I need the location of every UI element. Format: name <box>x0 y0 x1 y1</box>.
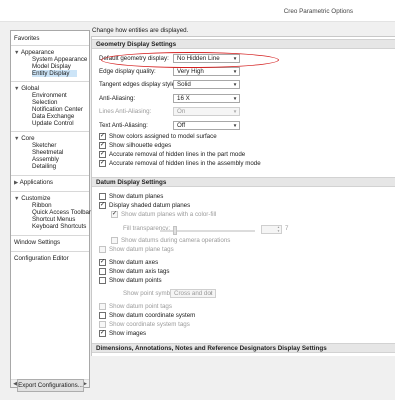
show-datum-planes-label: Show datum planes <box>109 193 164 200</box>
window-title: Creo Parametric Options <box>283 8 353 15</box>
options-nav-tree: Favorites ▼ Appearance System Appearance… <box>10 30 91 388</box>
datum-plane-tags-checkbox[interactable] <box>99 246 106 253</box>
slider-handle[interactable] <box>173 226 177 235</box>
select-value: Very High <box>177 68 204 75</box>
nav-item-applications[interactable]: ▶ Applications <box>14 179 53 187</box>
edge-quality-label: Edge display quality: <box>99 68 156 75</box>
nav-item-assembly[interactable]: Assembly <box>32 156 59 163</box>
edge-quality-select[interactable]: Very High ▼ <box>173 67 240 76</box>
expanded-arrow-icon[interactable]: ▼ <box>14 196 19 202</box>
hidden-lines-assembly-checkbox[interactable]: ✓ <box>99 160 106 167</box>
geometry-display-header: Geometry Display Settings <box>92 39 395 49</box>
hidden-lines-part-checkbox[interactable]: ✓ <box>99 151 106 158</box>
select-value: Off <box>177 122 186 129</box>
select-value: Solid <box>177 81 191 88</box>
nav-item-configuration-editor[interactable]: Configuration Editor <box>14 255 69 262</box>
anti-aliasing-label: Anti-Aliasing: <box>99 95 136 102</box>
nav-item-data-exchange[interactable]: Data Exchange <box>32 113 74 120</box>
chevron-down-icon: ▼ <box>232 69 238 74</box>
expanded-arrow-icon[interactable]: ▼ <box>14 50 19 56</box>
nav-item-shortcut-menus[interactable]: Shortcut Menus <box>32 216 75 223</box>
nav-item-model-display[interactable]: Model Display <box>32 63 71 70</box>
expanded-arrow-icon[interactable]: ▼ <box>14 86 19 92</box>
fill-transparency-spinner[interactable]: ▲ ▼ <box>261 225 282 234</box>
show-datum-csys-label: Show datum coordinate system <box>109 312 196 319</box>
csys-tags-label: Show coordinate system tags <box>109 321 190 328</box>
show-datum-csys-checkbox[interactable] <box>99 312 106 319</box>
nav-item-label: Core <box>21 135 35 142</box>
show-datum-planes-checkbox[interactable] <box>99 193 106 200</box>
nav-item-notification-center[interactable]: Notification Center <box>32 106 83 113</box>
expanded-arrow-icon[interactable]: ▼ <box>14 136 19 142</box>
chevron-down-icon: ▼ <box>208 291 214 296</box>
chevron-down-icon: ▼ <box>232 123 238 128</box>
nav-item-sketcher[interactable]: Sketcher <box>32 142 56 149</box>
show-colors-label: Show colors assigned to model surface <box>109 133 217 140</box>
lines-anti-aliasing-select[interactable]: On ▼ <box>173 107 240 116</box>
show-images-label: Show images <box>109 330 147 337</box>
show-colors-checkbox[interactable]: ✓ <box>99 133 106 140</box>
select-value: On <box>177 108 186 115</box>
nav-item-sheetmetal[interactable]: Sheetmetal <box>32 149 63 156</box>
chevron-down-icon: ▼ <box>232 96 238 101</box>
nav-item-keyboard-shortcuts[interactable]: Keyboard Shortcuts <box>32 223 86 230</box>
csys-tags-checkbox[interactable] <box>99 321 106 328</box>
nav-item-ribbon[interactable]: Ribbon <box>32 202 52 209</box>
nav-item-entity-display[interactable]: Entity Display <box>32 70 77 77</box>
dimensions-display-header: Dimensions, Annotations, Notes and Refer… <box>92 343 395 353</box>
nav-item-selection[interactable]: Selection <box>32 99 57 106</box>
text-anti-aliasing-select[interactable]: Off ▼ <box>173 121 240 130</box>
nav-item-window-settings[interactable]: Window Settings <box>14 239 60 246</box>
color-fill-label: Show datum planes with a color-fill <box>121 211 217 218</box>
show-datum-axis-tags-checkbox[interactable] <box>99 268 106 275</box>
tangent-edges-label: Tangent edges display style: <box>99 81 177 88</box>
fill-transparency-input[interactable]: 7 <box>285 225 288 233</box>
show-images-checkbox[interactable]: ✓ <box>99 330 106 337</box>
nav-item-system-appearance[interactable]: System Appearance <box>32 56 87 63</box>
export-configurations-button[interactable]: Export Configurations... <box>17 379 84 392</box>
text-anti-aliasing-label: Text Anti-Aliasing: <box>99 122 148 129</box>
show-datum-points-checkbox[interactable] <box>99 277 106 284</box>
spinner-arrows-icon[interactable]: ▲ ▼ <box>276 225 281 233</box>
nav-item-label: Global <box>21 85 40 92</box>
hidden-lines-part-label: Accurate removal of hidden lines in the … <box>109 151 246 158</box>
nav-item-label: Customize <box>21 195 51 202</box>
show-silhouette-edges-label: Show silhouette edges <box>109 142 172 149</box>
nav-item-quick-access-toolbar[interactable]: Quick Access Toolbar <box>32 209 91 216</box>
datums-camera-label: Show datums during camera operations <box>121 237 231 244</box>
dialog-footer <box>91 360 395 400</box>
nav-item-detailing[interactable]: Detailing <box>32 163 56 170</box>
collapsed-arrow-icon[interactable]: ▶ <box>14 180 18 186</box>
datum-point-tags-checkbox[interactable] <box>99 303 106 310</box>
highlight-annotation <box>101 52 279 68</box>
show-datum-points-label: Show datum points <box>109 277 162 284</box>
nav-item-environment[interactable]: Environment <box>32 92 67 99</box>
show-datum-axes-checkbox[interactable]: ✓ <box>99 259 106 266</box>
chevron-down-icon: ▼ <box>232 82 238 87</box>
anti-aliasing-select[interactable]: 16 X ▼ <box>173 94 240 103</box>
title-bar: Creo Parametric Options <box>0 0 395 22</box>
color-fill-checkbox[interactable]: ✓ <box>111 211 118 218</box>
show-silhouette-edges-checkbox[interactable]: ✓ <box>99 142 106 149</box>
nav-item-favorites[interactable]: Favorites <box>14 35 39 42</box>
chevron-down-icon: ▼ <box>232 109 238 114</box>
display-shaded-datum-planes-label: Display shaded datum planes <box>109 202 191 209</box>
show-datum-axis-tags-label: Show datum axis tags <box>109 268 170 275</box>
select-value: 16 X <box>177 95 190 102</box>
nav-item-update-control[interactable]: Update Control <box>32 120 74 127</box>
nav-item-label: Applications <box>19 179 53 186</box>
point-symbol-select[interactable]: Cross and dot ▼ <box>170 289 216 298</box>
nav-item-label: Appearance <box>20 49 55 56</box>
page-description: Change how entities are displayed. <box>92 27 189 34</box>
lines-anti-aliasing-label: Lines Anti-Aliasing: <box>99 108 152 115</box>
hidden-lines-assembly-label: Accurate removal of hidden lines in the … <box>109 160 261 167</box>
tangent-edges-select[interactable]: Solid ▼ <box>173 80 240 89</box>
datum-plane-tags-label: Show datum plane tags <box>109 246 174 253</box>
datum-display-header: Datum Display Settings <box>92 177 395 187</box>
settings-panel: Geometry Display Settings Default geomet… <box>91 36 395 356</box>
show-datum-axes-label: Show datum axes <box>109 259 159 266</box>
display-shaded-datum-planes-checkbox[interactable]: ✓ <box>99 202 106 209</box>
datums-camera-checkbox[interactable] <box>111 237 118 244</box>
datum-point-tags-label: Show datum point tags <box>109 303 172 310</box>
